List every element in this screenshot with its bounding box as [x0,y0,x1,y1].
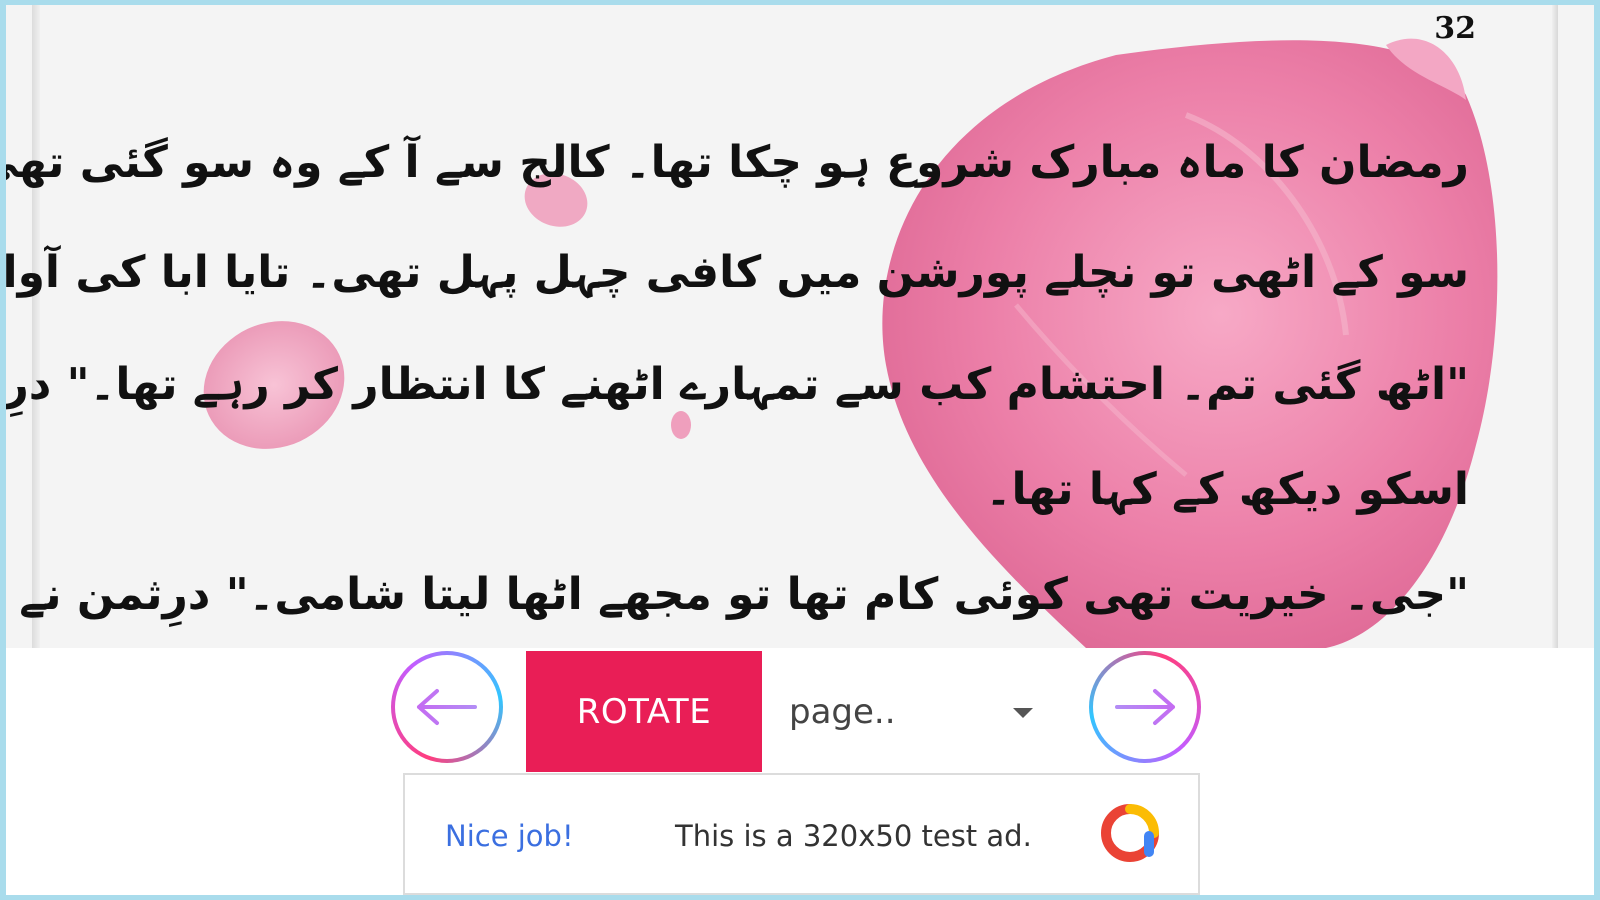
next-page-button-inner [1093,655,1197,759]
ad-text: This is a 320x50 test ad. [675,819,1032,853]
text-line-5: "جی۔ خیریت تھی کوئی کام تھا تو مجھے اٹھا… [6,569,1469,620]
text-line-4: اسکو دیکھ کے کہا تھا۔ [985,464,1469,515]
previous-page-button[interactable] [391,651,503,763]
arrow-left-icon [417,689,477,725]
page-select-value: page.. [789,691,896,732]
ad-headline[interactable]: Nice job! [445,819,574,853]
next-page-button[interactable] [1089,651,1201,763]
page-select-dropdown[interactable]: page.. [781,651,1041,772]
page-edge-left [32,5,40,648]
rotate-button[interactable]: ROTATE [526,651,762,772]
text-line-3: "اٹھ گئی تم۔ احتشام کب سے تمہارے اٹھنے ک… [6,359,1469,410]
previous-page-button-inner [395,655,499,759]
dropdown-caret-icon [1013,708,1033,718]
page-number: 32 [1434,11,1476,46]
admob-logo-icon [1101,804,1159,862]
page-viewer[interactable]: 32 رمضان کا ماہ مبارک شروع ہو چکا تھا۔ ک… [6,5,1594,648]
text-line-1: رمضان کا ماہ مبارک شروع ہو چکا تھا۔ کالج… [6,137,1469,188]
text-line-2: سو کے اٹھی تو نچلے پورشن میں کافی چہل پہ… [6,247,1469,298]
app-screen: 32 رمضان کا ماہ مبارک شروع ہو چکا تھا۔ ک… [6,5,1594,895]
page-edge-right [1552,5,1558,648]
reader-controls: ROTATE page.. [6,648,1594,773]
rose-petal-background [203,38,1498,648]
arrow-right-icon [1115,689,1175,725]
ad-banner[interactable]: Nice job! This is a 320x50 test ad. [403,773,1200,895]
